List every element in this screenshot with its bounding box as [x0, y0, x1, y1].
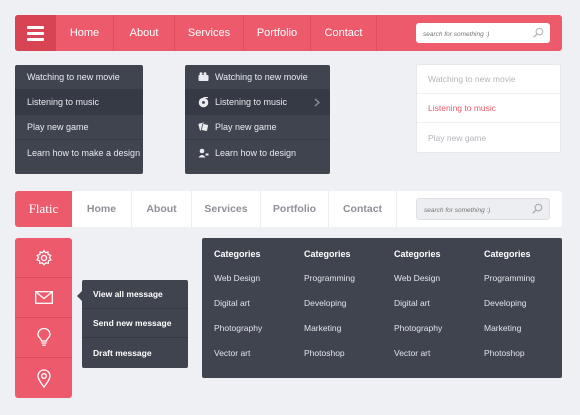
search-icon[interactable] [532, 203, 543, 214]
gear-icon [35, 248, 52, 266]
dropdown-plain: Watching to new movie Listening to music… [15, 65, 143, 174]
mega-menu-link[interactable]: Web Design [394, 273, 472, 298]
secondary-navbar: Flatic Home About Services Portfolio Con… [15, 191, 562, 227]
mega-menu-link[interactable]: Developing [304, 298, 382, 323]
dropdown-item[interactable]: Learn how to make a design [15, 140, 143, 165]
nav-item-portfolio[interactable]: Portfolio [261, 191, 329, 227]
lightbulb-icon [36, 328, 51, 346]
dropdown-item[interactable]: Play new game [417, 123, 560, 152]
mega-menu-link[interactable]: Programming [484, 273, 562, 298]
dropdown-item-highlighted[interactable]: Listening to music [15, 90, 143, 115]
nav-item-about[interactable]: About [132, 191, 192, 227]
icon-sidebar [15, 238, 72, 398]
primary-navbar: Home About Services Portfolio Contact [15, 15, 562, 51]
dropdown-item[interactable]: Learn how to design [185, 140, 330, 165]
mega-menu-column: Categories Programming Developing Market… [292, 238, 382, 378]
nav-item-services[interactable]: Services [192, 191, 261, 227]
mega-menu-column: Categories Web Design Digital art Photog… [382, 238, 472, 378]
mega-menu-link[interactable]: Marketing [484, 323, 562, 348]
sidebar-item-ideas[interactable] [15, 318, 72, 358]
dropdown-light: Watching to new movie Listening to music… [416, 64, 561, 153]
mega-menu-link[interactable]: Vector art [214, 348, 292, 373]
music-icon [197, 96, 209, 108]
mega-menu: Categories Web Design Digital art Photog… [202, 238, 562, 378]
mega-menu-link[interactable]: Programming [304, 273, 382, 298]
dropdown-item-highlighted[interactable]: Listening to music [185, 90, 330, 115]
menu-item-send-new[interactable]: Send new message [82, 309, 188, 338]
dropdown-item[interactable]: Play new game [185, 115, 330, 140]
search-icon[interactable] [533, 27, 544, 38]
mail-icon [34, 291, 53, 304]
column-heading: Categories [484, 249, 531, 259]
dropdown-item[interactable]: Watching to new movie [185, 65, 330, 90]
dropdown-item-label: Watching to new movie [215, 72, 308, 82]
mega-menu-link[interactable]: Web Design [214, 273, 292, 298]
dropdown-item-active[interactable]: Listening to music [417, 94, 560, 123]
dropdown-item-label: Learn how to design [215, 147, 297, 158]
mega-menu-link[interactable]: Marketing [304, 323, 382, 348]
sidebar-item-mail[interactable] [15, 278, 72, 318]
menu-item-draft[interactable]: Draft message [82, 338, 188, 367]
dropdown-icons: Watching to new movie Listening to music… [185, 65, 330, 174]
dropdown-item[interactable]: Watching to new movie [15, 65, 143, 90]
dropdown-item[interactable]: Play new game [15, 115, 143, 140]
sidebar-item-settings[interactable] [15, 238, 72, 278]
search-input[interactable] [416, 24, 526, 45]
dropdown-item[interactable]: Watching to new movie [417, 65, 560, 94]
sidebar-item-location[interactable] [15, 358, 72, 398]
dropdown-item-label: Listening to music [215, 97, 288, 107]
nav-item-home[interactable]: Home [56, 15, 114, 51]
message-menu: View all message Send new message Draft … [77, 280, 188, 368]
mega-menu-link[interactable]: Vector art [394, 348, 472, 373]
mega-menu-link[interactable]: Digital art [394, 298, 472, 323]
user-icon [197, 147, 209, 159]
nav-item-about[interactable]: About [114, 15, 175, 51]
mega-menu-link[interactable]: Photography [214, 323, 292, 348]
column-heading: Categories [394, 249, 441, 259]
brand-logo[interactable]: Flatic [15, 191, 72, 227]
game-icon [197, 121, 209, 133]
mega-menu-link[interactable]: Photoshop [304, 348, 382, 373]
mega-menu-column: Categories Web Design Digital art Photog… [202, 238, 292, 378]
search-box [416, 198, 550, 221]
nav-item-contact[interactable]: Contact [329, 191, 397, 227]
film-icon [197, 71, 209, 83]
nav-item-contact[interactable]: Contact [311, 15, 377, 51]
dropdown-item-label: Play new game [215, 122, 277, 132]
chevron-right-icon [314, 98, 320, 107]
nav-item-home[interactable]: Home [72, 191, 132, 227]
location-pin-icon [36, 368, 51, 388]
nav-item-portfolio[interactable]: Portfolio [244, 15, 311, 51]
mega-menu-link[interactable]: Digital art [214, 298, 292, 323]
column-heading: Categories [304, 249, 351, 259]
menu-item-view-all[interactable]: View all message [82, 280, 188, 309]
column-heading: Categories [214, 249, 261, 259]
hamburger-icon[interactable] [15, 15, 56, 51]
mega-menu-column: Categories Programming Developing Market… [472, 238, 562, 378]
nav-item-services[interactable]: Services [175, 15, 244, 51]
search-input[interactable] [417, 200, 527, 221]
mega-menu-link[interactable]: Photoshop [484, 348, 562, 373]
search-box [416, 23, 550, 45]
mega-menu-link[interactable]: Developing [484, 298, 562, 323]
mega-menu-link[interactable]: Photography [394, 323, 472, 348]
